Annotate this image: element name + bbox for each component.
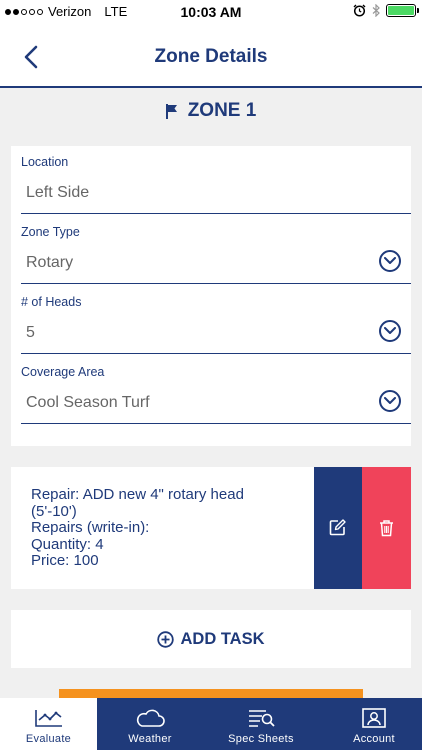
field-value[interactable]: Rotary	[26, 254, 73, 272]
field-label: Coverage Area	[21, 365, 105, 379]
tab-account[interactable]: Account	[326, 698, 422, 750]
field-value[interactable]: 5	[26, 324, 35, 342]
account-icon	[362, 708, 386, 728]
field-value[interactable]: Cool Season Turf	[26, 394, 150, 412]
trash-icon	[380, 520, 393, 537]
zone-header: ZONE 1	[0, 98, 422, 124]
status-bar: Verizon LTE 10:03 AM	[0, 0, 422, 24]
alarm-icon	[353, 4, 366, 17]
task-write-in: Repairs (write-in):	[31, 519, 150, 536]
tab-label: Weather	[128, 733, 172, 745]
tab-evaluate[interactable]: Evaluate	[0, 698, 97, 750]
zone-title: ZONE 1	[187, 100, 257, 121]
task-repair-range: (5'-10')	[31, 502, 77, 520]
tab-label: Account	[353, 733, 395, 745]
chevron-down-icon[interactable]	[379, 390, 401, 412]
task-quantity: Quantity: 4	[31, 535, 104, 553]
flag-icon	[165, 103, 177, 119]
tab-label: Evaluate	[25, 733, 72, 745]
add-task-label: ADD TASK	[180, 629, 265, 648]
battery-icon	[386, 4, 419, 17]
chart-icon	[34, 710, 62, 727]
field-label: Location	[21, 155, 69, 169]
add-circle-icon	[157, 630, 175, 648]
navigation-bar: Zone Details	[0, 24, 422, 88]
location-field[interactable]: Location Left Side	[21, 146, 411, 214]
heads-count-select[interactable]: # of Heads 5	[21, 286, 411, 354]
cloud-icon	[136, 709, 165, 727]
tab-bar: Evaluate Weather Spec Sheets Account	[0, 698, 422, 750]
task-card[interactable]: Repair: ADD new 4" rotary head (5'-10') …	[11, 467, 411, 589]
spec-sheet-icon	[249, 710, 275, 727]
zone-type-select[interactable]: Zone Type Rotary	[21, 216, 411, 284]
task-details: Repair: ADD new 4" rotary head (5'-10') …	[31, 486, 311, 570]
coverage-area-select[interactable]: Coverage Area Cool Season Turf	[21, 356, 411, 424]
page-title: Zone Details	[154, 46, 268, 67]
edit-icon	[329, 519, 346, 536]
bluetooth-icon	[372, 4, 380, 17]
tab-spec-sheets[interactable]: Spec Sheets	[213, 698, 309, 750]
add-task-button[interactable]: ADD TASK	[11, 610, 411, 668]
chevron-down-icon[interactable]	[379, 250, 401, 272]
tab-weather[interactable]: Weather	[105, 698, 195, 750]
edit-task-button[interactable]	[314, 467, 362, 589]
field-label: # of Heads	[21, 295, 82, 309]
tab-label: Spec Sheets	[228, 733, 294, 745]
zone-form: Location Left Side Zone Type Rotary # of…	[11, 146, 411, 446]
field-label: Zone Type	[21, 225, 80, 239]
task-repair-line: Repair: ADD new 4" rotary head	[31, 486, 244, 503]
delete-task-button[interactable]	[362, 467, 411, 589]
task-price: Price: 100	[31, 552, 99, 569]
chevron-down-icon[interactable]	[379, 320, 401, 342]
field-value[interactable]: Left Side	[26, 184, 89, 202]
